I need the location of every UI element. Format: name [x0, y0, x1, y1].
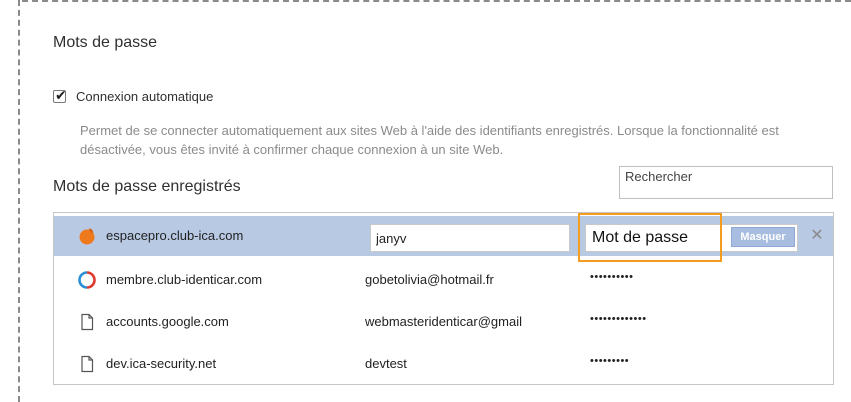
saved-passwords-title: Mots de passe enregistrés [53, 178, 241, 195]
hide-password-button[interactable]: Masquer [731, 227, 795, 247]
table-row-selected[interactable]: espacepro.club-ica.com Masquer ✕ [54, 216, 833, 256]
dashed-border-top [22, 0, 851, 2]
close-icon[interactable]: ✕ [808, 226, 826, 246]
club-identicar-logo-icon [78, 271, 96, 289]
page-icon [81, 355, 94, 373]
auto-login-row[interactable]: ✔ Connexion automatique [53, 87, 214, 104]
page-icon [81, 313, 94, 331]
password-masked: ••••••••••••• [590, 313, 647, 325]
orange-logo-icon [79, 228, 95, 245]
username-text: gobetolivia@hotmail.fr [365, 272, 494, 287]
username-field[interactable] [370, 224, 570, 252]
password-masked: ••••••••• [590, 355, 630, 367]
table-row[interactable]: accounts.google.com webmasteridenticar@g… [54, 302, 833, 342]
table-row[interactable]: dev.ica-security.net devtest ••••••••• [54, 344, 833, 384]
table-row[interactable]: membre.club-identicar.com gobetolivia@ho… [54, 260, 833, 300]
dashed-border-left [18, 0, 20, 402]
saved-passwords-list: espacepro.club-ica.com Masquer ✕ membre.… [53, 212, 834, 385]
section-title: Mots de passe [53, 34, 158, 51]
site-name: membre.club-identicar.com [106, 272, 263, 287]
checkmark-icon: ✔ [55, 87, 67, 103]
password-masked: •••••••••• [590, 271, 634, 283]
auto-login-description: Permet de se connecter automatiquement a… [80, 123, 779, 157]
auto-login-label: Connexion automatique [76, 89, 214, 104]
auto-login-checkbox[interactable]: ✔ [53, 87, 67, 103]
site-name: espacepro.club-ica.com [106, 228, 244, 243]
site-name: accounts.google.com [106, 314, 229, 329]
username-text: webmasteridenticar@gmail [365, 314, 522, 329]
username-text: devtest [365, 356, 407, 371]
search-input[interactable] [619, 166, 833, 199]
site-name: dev.ica-security.net [106, 356, 217, 371]
